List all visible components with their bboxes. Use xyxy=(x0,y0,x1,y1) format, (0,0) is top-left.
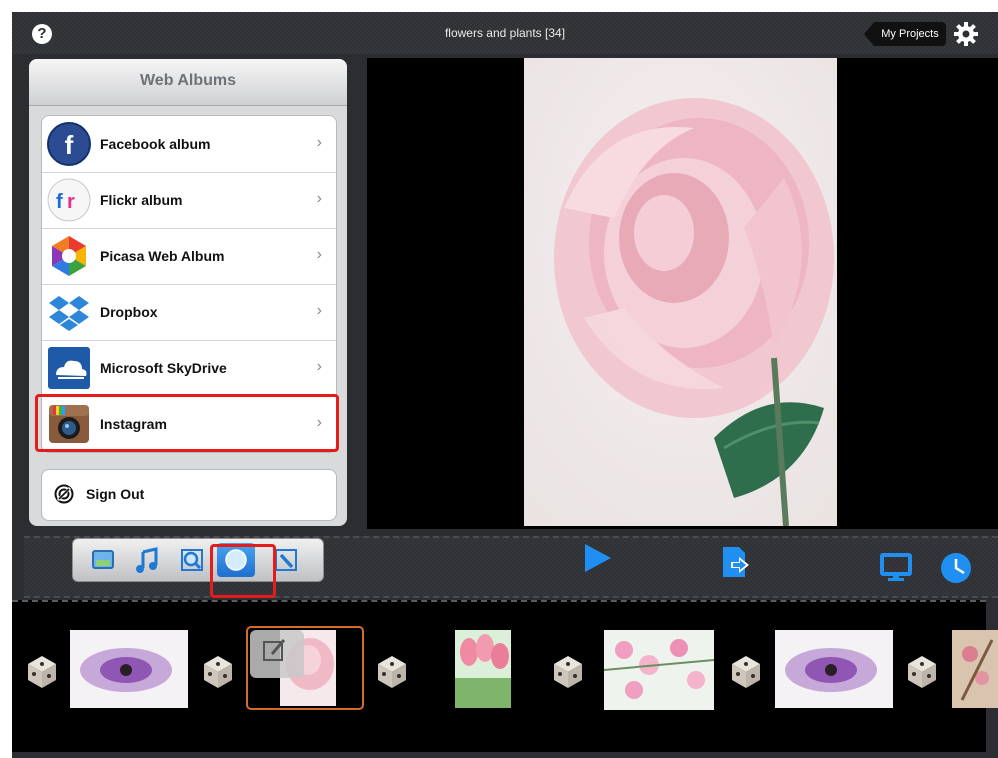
svg-text:f: f xyxy=(65,130,74,160)
my-projects-button[interactable]: My Projects xyxy=(864,22,946,46)
instagram-highlight xyxy=(35,394,339,452)
transition-dice-icon[interactable] xyxy=(22,652,62,692)
web-albums-panel: Web Albums f Facebook album › f r Flickr… xyxy=(29,59,347,526)
thumbnail-6[interactable] xyxy=(952,630,998,708)
dropbox-icon xyxy=(49,296,89,331)
picasa-icon xyxy=(52,236,86,276)
peony-photo xyxy=(524,58,837,526)
svg-text:f: f xyxy=(56,191,63,213)
music-icon[interactable] xyxy=(129,543,167,577)
facebook-icon: f xyxy=(47,122,91,166)
slide-preview[interactable] xyxy=(367,58,998,529)
thumbnail-5[interactable] xyxy=(775,630,893,708)
transition-dice-icon[interactable] xyxy=(726,652,766,692)
album-label-facebook: Facebook album xyxy=(100,136,211,152)
photo-icon[interactable] xyxy=(83,543,121,577)
transition-dice-icon[interactable] xyxy=(198,652,238,692)
chevron-right-icon: › xyxy=(316,246,322,263)
album-item-flickr[interactable]: f r Flickr album › xyxy=(42,172,336,229)
zoom-icon[interactable] xyxy=(173,543,211,577)
gear-icon[interactable] xyxy=(954,22,978,46)
web-albums-header: Web Albums xyxy=(29,59,347,106)
album-item-facebook[interactable]: f Facebook album › xyxy=(42,116,336,173)
transition-dice-icon[interactable] xyxy=(902,652,942,692)
export-icon[interactable] xyxy=(721,545,751,579)
album-item-skydrive[interactable]: Microsoft SkyDrive › xyxy=(42,340,336,397)
thumbnail-4[interactable] xyxy=(604,630,714,710)
chevron-right-icon: › xyxy=(316,190,322,207)
flickr-icon: f r xyxy=(47,178,91,222)
edit-slide-icon[interactable] xyxy=(250,630,304,678)
sign-out-icon xyxy=(54,484,74,504)
top-bar: ? flowers and plants [34] My Projects xyxy=(12,12,998,54)
web-albums-title: Web Albums xyxy=(139,72,236,89)
skydrive-icon xyxy=(48,347,90,389)
album-item-dropbox[interactable]: Dropbox › xyxy=(42,284,336,341)
globe-highlight xyxy=(210,544,276,598)
album-label-picasa: Picasa Web Album xyxy=(100,248,225,264)
svg-text:r: r xyxy=(67,191,75,213)
album-item-picasa[interactable]: Picasa Web Album › xyxy=(42,228,336,285)
album-label-dropbox: Dropbox xyxy=(100,304,158,320)
my-projects-label: My Projects xyxy=(874,22,946,46)
album-label-skydrive: Microsoft SkyDrive xyxy=(100,360,227,376)
sign-out-label: Sign Out xyxy=(86,486,145,502)
transition-dice-icon[interactable] xyxy=(548,652,588,692)
thumbnail-1[interactable] xyxy=(70,630,188,708)
sign-out-button[interactable]: Sign Out xyxy=(41,469,337,521)
project-title: flowers and plants [34] xyxy=(444,26,566,40)
clock-icon[interactable] xyxy=(940,552,972,584)
play-icon[interactable] xyxy=(585,544,611,572)
thumbnail-3[interactable] xyxy=(455,630,511,708)
tool-segmented-control xyxy=(72,538,324,582)
thumbnail-selected[interactable] xyxy=(246,626,364,710)
display-icon[interactable] xyxy=(880,553,912,583)
chevron-right-icon: › xyxy=(316,134,322,151)
album-label-flickr: Flickr album xyxy=(100,192,183,208)
chevron-right-icon: › xyxy=(316,358,322,375)
transition-dice-icon[interactable] xyxy=(372,652,412,692)
chevron-right-icon: › xyxy=(316,302,322,319)
